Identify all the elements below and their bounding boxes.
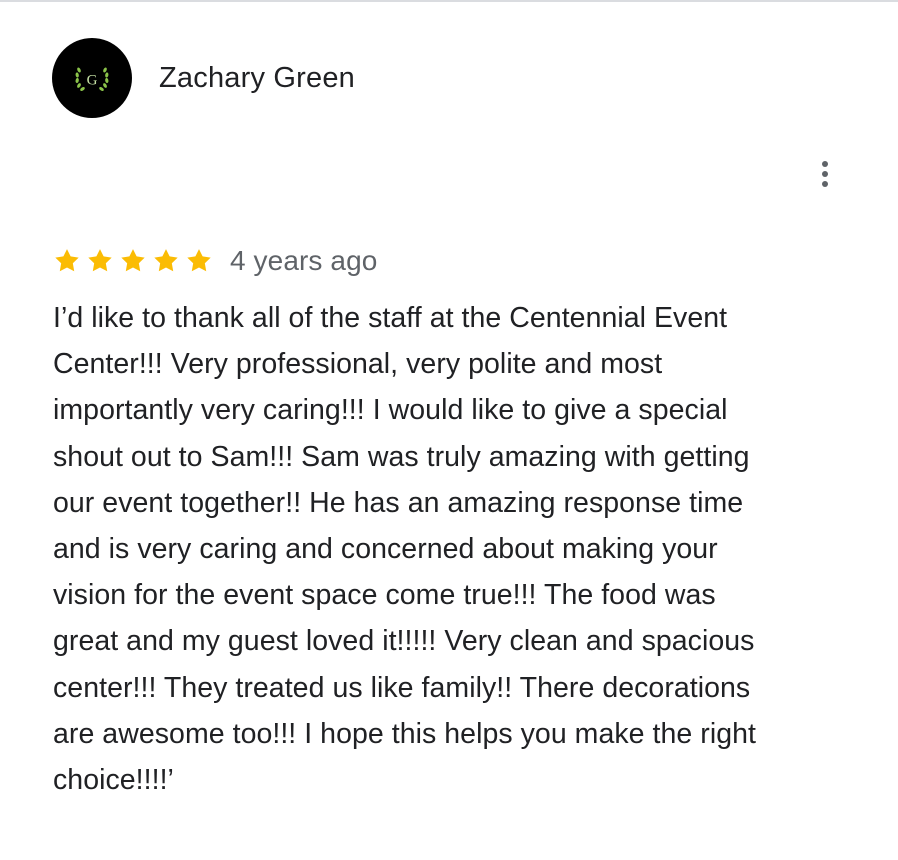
reviewer-name[interactable]: Zachary Green [159,62,355,95]
star-rating [53,247,218,275]
avatar[interactable]: G [52,38,132,118]
star-icon [121,249,145,272]
rating-row: 4 years ago [53,245,377,277]
review-text: I’d like to thank all of the staff at th… [53,302,756,797]
more-vert-icon [822,161,828,187]
avatar-letter: G [87,73,98,89]
more-options-button[interactable] [806,154,844,194]
star-icon [55,249,79,272]
star-icon [88,249,112,272]
top-divider [0,0,898,2]
star-icon [154,249,178,272]
star-icon [187,249,211,272]
reviewer-header: G Zachary Green [52,38,355,118]
review-date: 4 years ago [230,245,378,276]
laurel-monogram-icon: G [75,67,109,91]
